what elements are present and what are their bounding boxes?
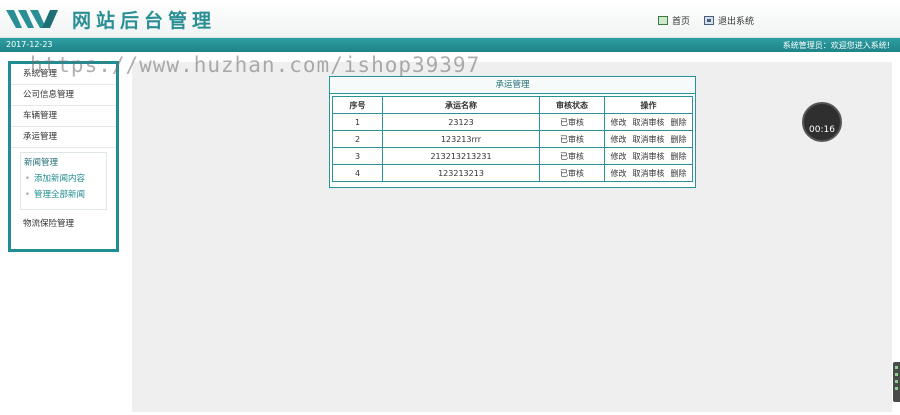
logout-icon bbox=[704, 16, 715, 25]
cancel-review-link[interactable]: 取消审核 bbox=[633, 135, 665, 144]
edit-link[interactable]: 修改 bbox=[611, 135, 627, 144]
delete-link[interactable]: 删除 bbox=[671, 169, 687, 178]
row-name: 123213213 bbox=[382, 164, 540, 182]
table-header-row: 序号 承运名称 审核状态 操作 bbox=[332, 96, 693, 114]
logout-link-label: 退出系统 bbox=[718, 17, 755, 27]
sidebar-item-carriage[interactable]: 承运管理 bbox=[11, 127, 116, 148]
sidebar-subitem-label: 添加新闻内容 bbox=[34, 174, 86, 184]
sidebar-group-news: 新闻管理 • 添加新闻内容 • 管理全部新闻 bbox=[20, 152, 107, 210]
row-ops: 修改 取消审核 删除 bbox=[604, 164, 693, 182]
row-status: 已审核 bbox=[539, 130, 605, 148]
current-date: 2017-12-23 bbox=[6, 40, 53, 49]
logout-link[interactable]: 退出系统 bbox=[704, 14, 754, 27]
top-header: 网站后台管理 首页 退出系统 bbox=[0, 0, 900, 38]
sidebar-subitem-label: 管理全部新闻 bbox=[34, 190, 86, 200]
sidebar-menu: 系统管理 公司信息管理 车辆管理 承运管理 新闻管理 • 添加新闻内容 • 管理全部… bbox=[8, 61, 119, 252]
row-name: 213213213231 bbox=[382, 147, 540, 165]
sidebar-item-company[interactable]: 公司信息管理 bbox=[11, 85, 116, 106]
table-row: 3 213213213231 已审核 修改 取消审核 删除 bbox=[332, 147, 693, 165]
cancel-review-link[interactable]: 取消审核 bbox=[633, 118, 665, 127]
site-title: 网站后台管理 bbox=[72, 10, 217, 32]
edit-link[interactable]: 修改 bbox=[611, 169, 627, 178]
edit-link[interactable]: 修改 bbox=[611, 118, 627, 127]
timer-text: 00:16 bbox=[809, 125, 835, 135]
row-id: 2 bbox=[332, 130, 383, 148]
carriage-table: 序号 承运名称 审核状态 操作 1 23123 已审核 修改 取消审核 删除 2 123213… bbox=[332, 96, 693, 182]
sidebar-subitem-add-news[interactable]: • 添加新闻内容 bbox=[21, 171, 106, 187]
table-row: 1 23123 已审核 修改 取消审核 删除 bbox=[332, 113, 693, 131]
sidebar-subitem-manage-news[interactable]: • 管理全部新闻 bbox=[21, 187, 106, 203]
edit-link[interactable]: 修改 bbox=[611, 152, 627, 161]
column-header-id: 序号 bbox=[332, 96, 383, 114]
column-header-ops: 操作 bbox=[604, 96, 693, 114]
bullet-icon: • bbox=[25, 174, 31, 184]
scroll-widget[interactable] bbox=[893, 362, 900, 402]
column-header-status: 审核状态 bbox=[539, 96, 605, 114]
panel-title: 承运管理 bbox=[330, 77, 695, 94]
column-header-name: 承运名称 bbox=[382, 96, 540, 114]
table-row: 2 123213rrr 已审核 修改 取消审核 删除 bbox=[332, 130, 693, 148]
row-name: 123213rrr bbox=[382, 130, 540, 148]
carriage-panel: 承运管理 序号 承运名称 审核状态 操作 1 23123 已审核 修改 取消审核 删除 2 1… bbox=[329, 76, 696, 188]
recording-timer: 00:16 bbox=[802, 102, 842, 142]
row-name: 23123 bbox=[382, 113, 540, 131]
row-id: 4 bbox=[332, 164, 383, 182]
home-icon bbox=[658, 16, 668, 25]
row-ops: 修改 取消审核 删除 bbox=[604, 130, 693, 148]
welcome-text: 系统管理员：欢迎您进入系统! bbox=[782, 41, 890, 50]
home-link-label: 首页 bbox=[672, 17, 691, 27]
top-links: 首页 退出系统 bbox=[658, 14, 754, 27]
cancel-review-link[interactable]: 取消审核 bbox=[633, 169, 665, 178]
logo-icon bbox=[6, 10, 58, 28]
delete-link[interactable]: 删除 bbox=[671, 152, 687, 161]
sidebar-item-insurance[interactable]: 物流保险管理 bbox=[11, 214, 116, 235]
home-link[interactable]: 首页 bbox=[658, 14, 690, 27]
sidebar-group-news-title[interactable]: 新闻管理 bbox=[21, 155, 106, 171]
delete-link[interactable]: 删除 bbox=[671, 135, 687, 144]
bullet-icon: • bbox=[25, 190, 31, 200]
row-id: 3 bbox=[332, 147, 383, 165]
row-status: 已审核 bbox=[539, 147, 605, 165]
watermark-text: https://www.huzhan.com/ishop39397 bbox=[30, 53, 481, 77]
row-status: 已审核 bbox=[539, 164, 605, 182]
delete-link[interactable]: 删除 bbox=[671, 118, 687, 127]
main-content: 承运管理 序号 承运名称 审核状态 操作 1 23123 已审核 修改 取消审核 删除 2 1… bbox=[132, 62, 892, 412]
status-bar: 2017-12-23 系统管理员：欢迎您进入系统! bbox=[0, 38, 900, 52]
table-row: 4 123213213 已审核 修改 取消审核 删除 bbox=[332, 164, 693, 182]
row-ops: 修改 取消审核 删除 bbox=[604, 113, 693, 131]
cancel-review-link[interactable]: 取消审核 bbox=[633, 152, 665, 161]
row-id: 1 bbox=[332, 113, 383, 131]
row-ops: 修改 取消审核 删除 bbox=[604, 147, 693, 165]
sidebar-item-vehicles[interactable]: 车辆管理 bbox=[11, 106, 116, 127]
row-status: 已审核 bbox=[539, 113, 605, 131]
